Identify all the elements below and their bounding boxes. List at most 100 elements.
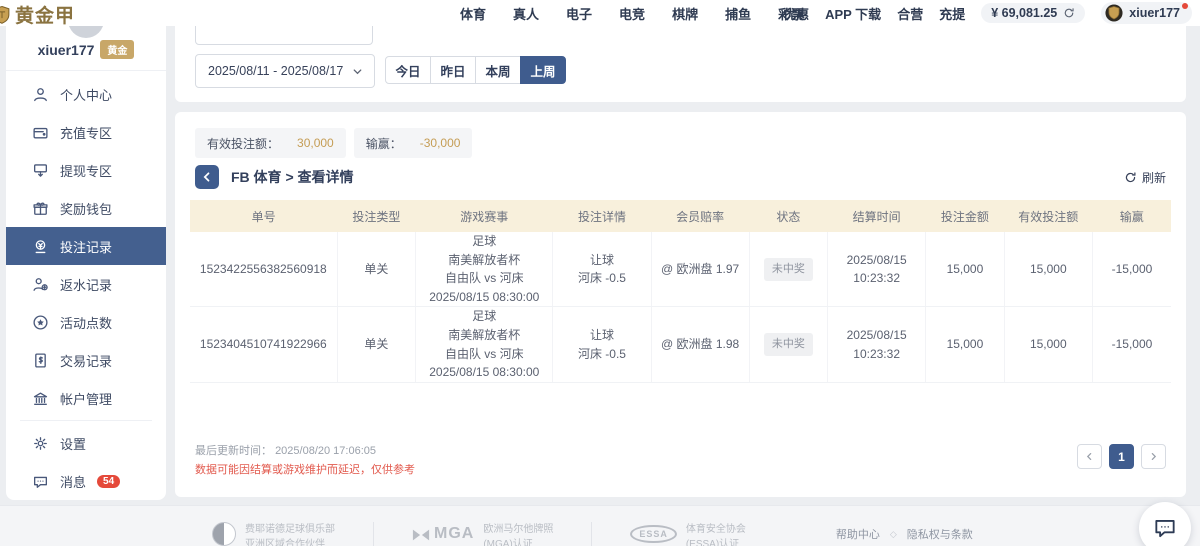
bank-icon [32,390,49,407]
footer-divider [373,522,374,546]
nav-item-sports[interactable]: 体育 [460,4,486,23]
partner-mga: MGA 欧洲马尔他牌照 (MGA)认证 [412,522,553,546]
bet-detail-cell: 让球河床 -0.5 [553,307,651,382]
footer-link-help-center[interactable]: 帮助中心 [836,526,880,542]
date-range-select[interactable]: 2025/08/11 - 2025/08/17 [195,54,375,88]
header-link-promotions[interactable]: 优惠 [783,4,809,23]
points-icon [32,314,49,331]
header-link-joint-venture[interactable]: 合营 [897,4,923,23]
balance-display[interactable]: ¥ 69,081.25 [981,3,1085,23]
rebate-icon [32,276,49,293]
nav-item-slots[interactable]: 电子 [566,4,592,23]
footer-link-privacy-terms[interactable]: 隐私权与条款 [907,526,973,542]
status-cell: 未中奖 [749,232,827,307]
bet-detail-cell: 让球河床 -0.5 [553,232,651,307]
match-cell: 足球南美解放者杯自由队 vs 河床2025/08/15 08:30:00 [416,307,553,382]
column-header: 有效投注额 [1004,200,1092,232]
date-range-value: 2025/08/11 - 2025/08/17 [208,64,343,78]
sidebar-item-label: 设置 [60,434,86,453]
valid-bet-label: 有效投注额： [207,135,279,152]
sidebar-item-reward-wallet[interactable]: 奖励钱包 [6,189,166,227]
column-header: 投注详情 [553,200,651,232]
win-loss-summary: 输赢： -30,000 [354,128,473,158]
partner-feyenoord: 费耶诺德足球俱乐部 亚洲区域合作伙伴 [212,522,335,546]
refresh-icon [1124,171,1137,184]
breadcrumb: FB 体育 > 查看详情 [231,167,354,187]
bet-record-icon [32,238,49,255]
site-logo[interactable]: 黄金甲 [0,1,75,28]
partner-line2: 亚洲区域合作伙伴 [245,537,335,546]
primary-nav: 体育真人电子电竞棋牌捕鱼彩票 [460,0,804,26]
order-id-cell: 1523404510741922966 [190,307,337,382]
sidebar-item-activity-points[interactable]: 活动点数 [6,303,166,341]
game-select-input[interactable] [195,26,373,45]
avatar-shield-icon [1105,4,1123,22]
tab-yesterday[interactable]: 昨日 [430,56,476,84]
column-header: 输赢 [1092,200,1171,232]
bet-records-panel: 有效投注额： 30,000 输赢： -30,000 FB 体育 > 查看详情 刷… [175,112,1186,497]
page-number-button[interactable]: 1 [1109,444,1134,469]
sidebar-item-betting-records[interactable]: 投注记录 [6,227,166,265]
sidebar-item-label: 投注记录 [60,237,112,256]
match-cell: 足球南美解放者杯自由队 vs 河床2025/08/15 08:30:00 [416,232,553,307]
bet-type-cell: 单关 [337,232,415,307]
summary-row: 有效投注额： 30,000 输赢： -30,000 [195,128,472,158]
last-updated-text: 最后更新时间： 2025/08/20 17:06:05 [195,442,415,461]
valid-bet-summary: 有效投注额： 30,000 [195,128,346,158]
header-link-app-download[interactable]: APP 下载 [825,4,881,23]
tab-last-week[interactable]: 上周 [520,56,566,84]
sidebar-item-deposit[interactable]: 充值专区 [6,113,166,151]
column-header: 投注类型 [337,200,415,232]
refresh-icon[interactable] [1063,7,1075,19]
sidebar-item-transaction-records[interactable]: 交易记录 [6,341,166,379]
link-separator-icon: ◇ [890,529,897,540]
partner-line1: 体育安全协会 [686,522,746,537]
back-button[interactable] [195,165,219,189]
table-footnote: 最后更新时间： 2025/08/20 17:06:05 数据可能因结算或游戏维护… [195,442,415,479]
nav-item-live-casino[interactable]: 真人 [513,4,539,23]
sidebar-item-account-management[interactable]: 帐户管理 [6,379,166,417]
next-page-button[interactable] [1141,444,1166,469]
win-loss-cell: -15,000 [1092,232,1171,307]
bet-type-cell: 单关 [337,307,415,382]
nav-item-fishing[interactable]: 捕鱼 [725,4,751,23]
partner-line1: 费耶诺德足球俱乐部 [245,522,335,537]
sidebar-item-label: 消息 [60,472,86,491]
header-right: 优惠 APP 下载合营充提 ¥ 69,081.25 xiuer177 [783,0,1192,26]
prev-page-button[interactable] [1077,444,1102,469]
page-footer: 费耶诺德足球俱乐部 亚洲区域合作伙伴 MGA 欧洲马尔他牌照 (MGA)认证 E… [0,505,1200,546]
table-row: 1523422556382560918 单关 足球南美解放者杯自由队 vs 河床… [190,232,1171,307]
withdraw-icon [32,162,49,179]
tab-this-week[interactable]: 本周 [475,56,521,84]
table-header-row: 单号投注类型游戏赛事投注详情会员赔率状态结算时间投注金额有效投注额输赢 [190,200,1171,232]
sidebar-username: xiuer177 [38,42,95,58]
order-id-cell: 1523422556382560918 [190,232,337,307]
sidebar-item-label: 充值专区 [60,123,112,142]
nav-item-card-games[interactable]: 棋牌 [672,4,698,23]
sidebar-item-settings[interactable]: 设置 [6,424,166,462]
wallet-icon [32,124,49,141]
feyenoord-logo-icon [212,522,236,546]
column-header: 单号 [190,200,337,232]
user-icon [32,86,49,103]
status-cell: 未中奖 [749,307,827,382]
refresh-button[interactable]: 刷新 [1124,169,1166,186]
refresh-label: 刷新 [1142,169,1166,186]
tab-today[interactable]: 今日 [385,56,431,84]
sidebar-item-label: 返水记录 [60,275,112,294]
sidebar-item-label: 交易记录 [60,351,112,370]
win-loss-label: 输赢： [366,135,402,152]
customer-service-chat-button[interactable] [1139,502,1191,546]
top-header: 黄金甲 体育真人电子电竞棋牌捕鱼彩票 优惠APP 下载合营充提 ¥ 69,081… [0,0,1200,26]
column-header: 会员赔率 [651,200,749,232]
sidebar-item-withdraw[interactable]: 提现专区 [6,151,166,189]
partner-essa: ESSA 体育安全协会 (ESSA)认证 [630,522,746,546]
header-link-deposit-withdraw[interactable]: 充提 [939,4,965,23]
sidebar-item-rebate-records[interactable]: 返水记录 [6,265,166,303]
sidebar-item-messages[interactable]: 消息 54 [6,462,166,500]
sidebar-item-profile[interactable]: 个人中心 [6,75,166,113]
status-badge: 未中奖 [764,258,813,281]
nav-item-esports[interactable]: 电竞 [619,4,645,23]
filter-card: 2025/08/11 - 2025/08/17 今日昨日本周上周 [175,26,1186,102]
user-menu[interactable]: xiuer177 [1101,2,1192,24]
